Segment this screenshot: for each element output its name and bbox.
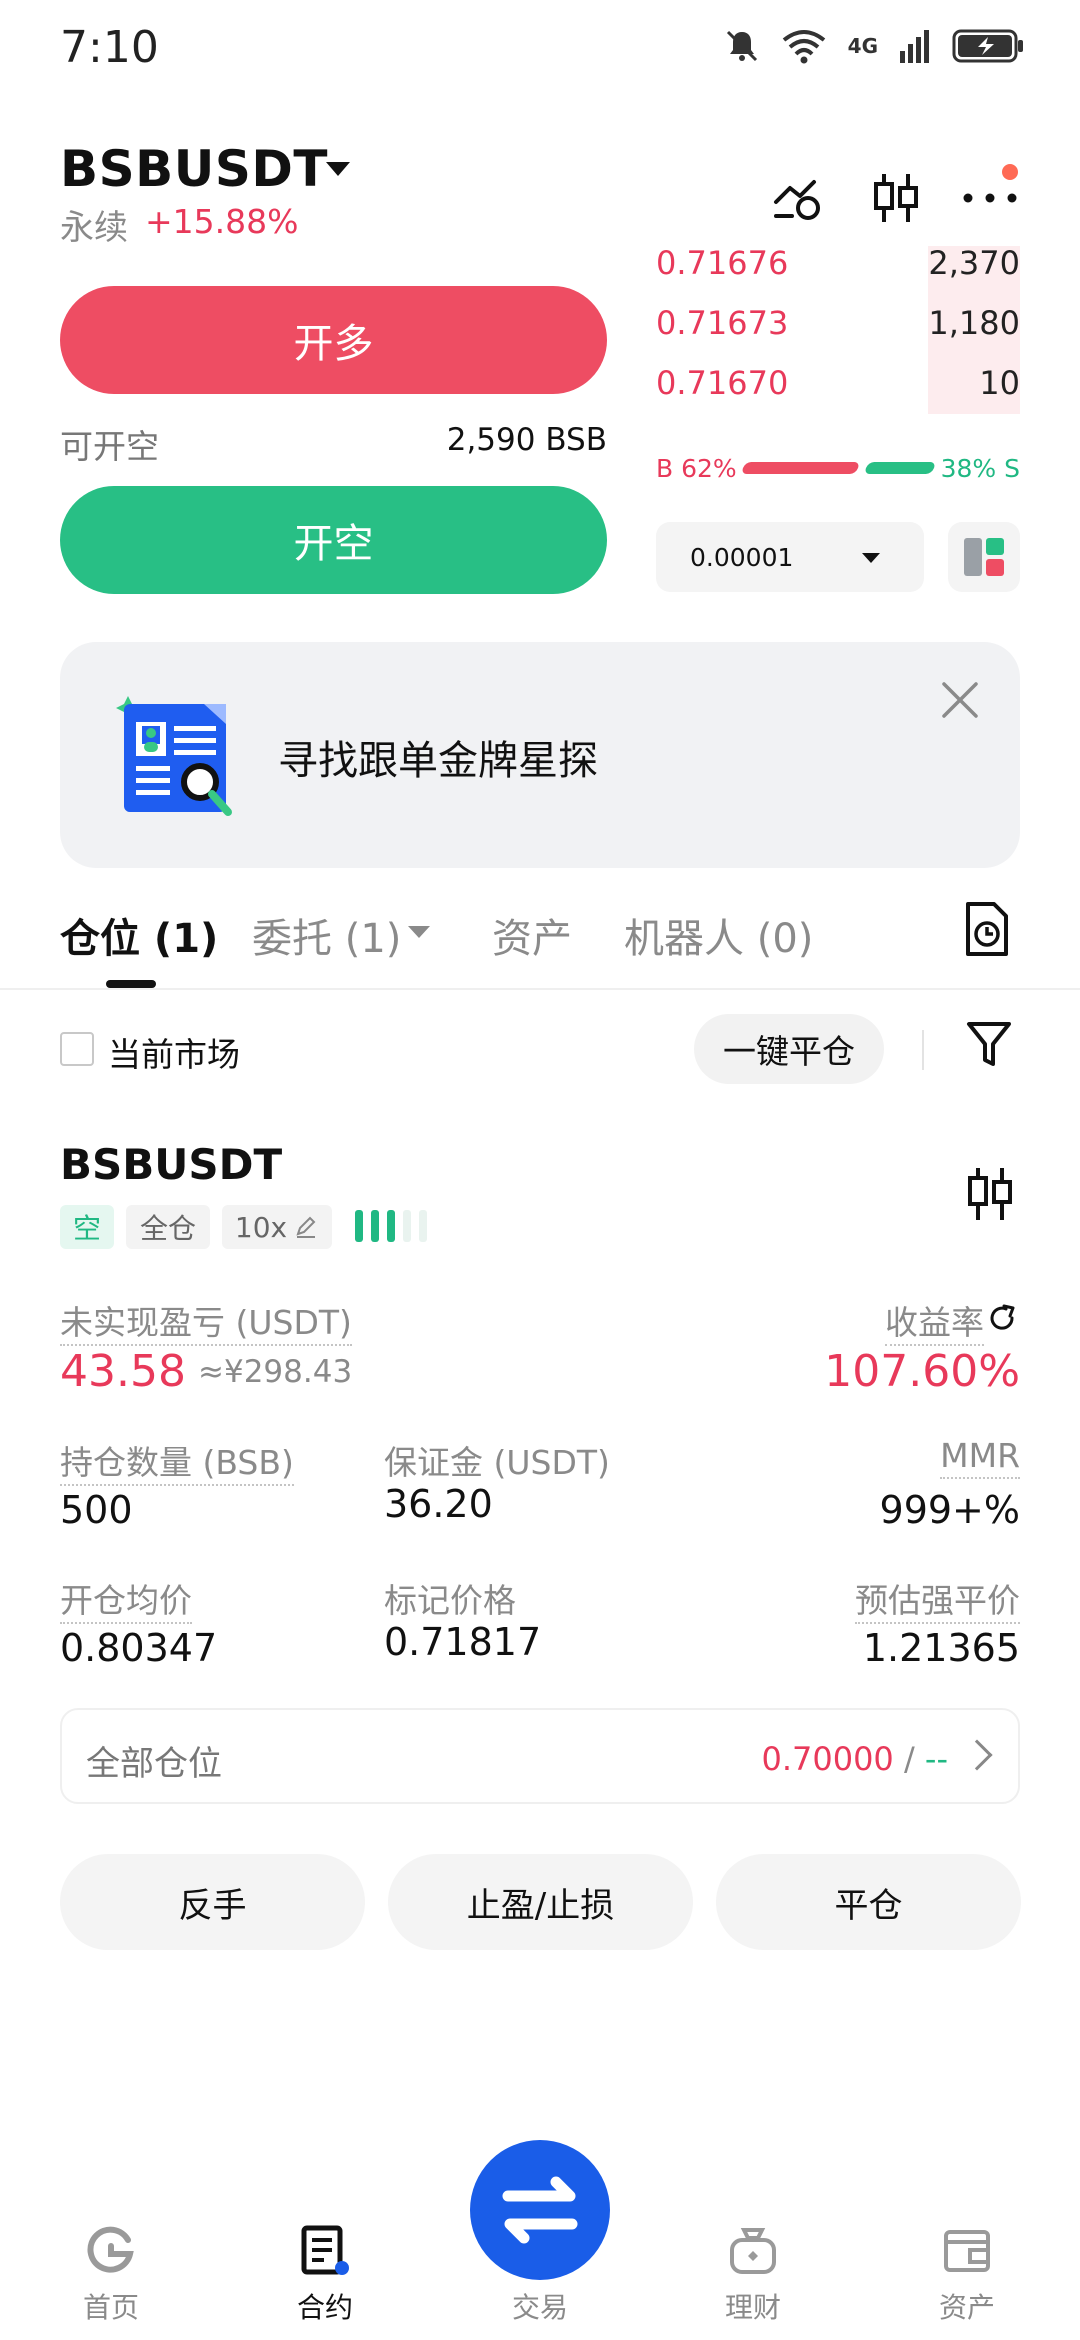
pair-title[interactable]: BSBUSDT xyxy=(60,140,328,198)
swap-icon xyxy=(502,2176,578,2244)
precision-value: 0.00001 xyxy=(690,542,794,572)
unrealized-pnl-value: 43.58 xyxy=(60,1346,186,1397)
position-symbol[interactable]: BSBUSDT xyxy=(60,1140,282,1189)
entry-price-label[interactable]: 开仓均价 xyxy=(60,1581,192,1624)
ask-qty: 2,370 xyxy=(928,244,1020,282)
tab-active-indicator xyxy=(106,980,156,988)
unrealized-pnl-cny: ≈¥298.43 xyxy=(198,1354,353,1390)
roe-label[interactable]: 收益率 xyxy=(885,1303,984,1346)
position-size-value: 500 xyxy=(60,1488,133,1532)
close-all-button[interactable]: 一键平仓 xyxy=(694,1014,884,1084)
nav-home-label: 首页 xyxy=(82,2291,139,2324)
roe-value: 107.60% xyxy=(824,1346,1020,1397)
risk-level-indicator xyxy=(355,1210,427,1242)
contract-type: 永续 xyxy=(60,208,128,248)
sell-ratio: 38% S xyxy=(940,454,1020,483)
ask-price[interactable]: 0.71670 xyxy=(656,364,788,402)
margin-label: 保证金 (USDT) xyxy=(384,1443,610,1482)
leverage-tag[interactable]: 10x xyxy=(222,1205,332,1249)
layout-icon xyxy=(964,538,1004,576)
share-icon[interactable] xyxy=(986,1302,1018,1334)
ask-price[interactable]: 0.71673 xyxy=(656,304,788,342)
value-separator: / xyxy=(893,1740,925,1778)
nav-contract-label: 合约 xyxy=(296,2291,353,2324)
finance-icon xyxy=(730,2228,776,2274)
close-position-button[interactable]: 平仓 xyxy=(716,1854,1021,1950)
tab-orders[interactable]: 委托 (1) xyxy=(252,906,401,964)
side-tag: 空 xyxy=(60,1205,114,1249)
chevron-down-icon xyxy=(862,553,880,563)
contract-icon xyxy=(301,2225,349,2275)
price-change: +15.88% xyxy=(145,202,299,241)
nav-home[interactable]: 首页 xyxy=(36,2224,186,2326)
margin-value: 36.20 xyxy=(384,1482,493,1526)
close-icon[interactable] xyxy=(940,680,980,720)
buy-ratio: B 62% xyxy=(656,454,737,483)
assets-icon xyxy=(944,2230,990,2272)
chevron-down-icon[interactable] xyxy=(408,926,430,938)
network-type: 4G xyxy=(847,34,878,58)
reverse-button[interactable]: 反手 xyxy=(60,1854,365,1950)
liquidation-price-value: 1.21365 xyxy=(862,1626,1020,1670)
ask-price[interactable]: 0.71676 xyxy=(656,244,788,282)
edit-icon xyxy=(296,1216,316,1238)
tab-positions[interactable]: 仓位 (1) xyxy=(60,906,218,964)
battery-icon xyxy=(952,29,1023,63)
nav-trade-button[interactable] xyxy=(470,2140,610,2280)
tab-assets[interactable]: 资产 xyxy=(492,906,572,964)
mmr-value: 999+% xyxy=(879,1488,1020,1532)
ask-qty: 1,180 xyxy=(928,304,1020,342)
scout-illustration xyxy=(116,696,232,816)
entry-price-value: 0.80347 xyxy=(60,1626,218,1670)
open-long-button[interactable]: 开多 xyxy=(60,286,607,394)
tab-bots[interactable]: 机器人 (0) xyxy=(624,906,813,964)
buy-ratio-bar xyxy=(740,462,861,474)
all-positions-label: 全部仓位 xyxy=(86,1744,222,1784)
filter-icon[interactable] xyxy=(966,1020,1012,1070)
pair-dropdown-icon[interactable] xyxy=(326,162,350,176)
candlestick-icon[interactable] xyxy=(962,1164,1018,1224)
position-size-label[interactable]: 持仓数量 (BSB) xyxy=(60,1443,294,1486)
all-positions-value: 0.70000 / -- xyxy=(761,1740,948,1778)
sl-price: -- xyxy=(924,1740,948,1778)
status-icons: 4G xyxy=(724,28,1024,64)
history-icon[interactable] xyxy=(962,900,1012,958)
mark-price-value: 0.71817 xyxy=(384,1620,542,1664)
margin-mode-tag: 全仓 xyxy=(126,1205,210,1249)
status-time: 7:10 xyxy=(60,22,159,73)
nav-contract[interactable]: 合约 xyxy=(250,2224,400,2326)
mmr-label[interactable]: MMR xyxy=(940,1436,1020,1479)
home-icon xyxy=(87,2226,134,2273)
short-available-value: 2,590 BSB xyxy=(446,422,607,458)
ask-qty: 10 xyxy=(979,364,1020,402)
banner-text[interactable]: 寻找跟单金牌星探 xyxy=(278,728,598,786)
current-market-label[interactable]: 当前市场 xyxy=(108,1028,240,1076)
short-available-label: 可开空 xyxy=(60,427,159,466)
leverage-value: 10x xyxy=(234,1210,288,1244)
sell-ratio-bar xyxy=(863,462,937,474)
notification-dot xyxy=(1002,164,1018,180)
price-alert-icon[interactable] xyxy=(770,168,830,228)
nav-trade-label: 交易 xyxy=(511,2291,568,2324)
nav-assets-label: 资产 xyxy=(938,2291,995,2324)
precision-select[interactable]: 0.00001 xyxy=(656,522,924,592)
orderbook-layout-button[interactable] xyxy=(948,522,1020,592)
unrealized-pnl-label[interactable]: 未实现盈亏 (USDT) xyxy=(60,1303,352,1346)
signal-icon xyxy=(900,30,929,63)
liquidation-price-label[interactable]: 预估强平价 xyxy=(855,1581,1020,1624)
nav-finance[interactable]: 理财 xyxy=(678,2224,828,2326)
wifi-icon xyxy=(782,30,825,64)
divider xyxy=(922,1030,924,1070)
tab-divider xyxy=(0,988,1080,990)
candlestick-icon[interactable] xyxy=(866,168,926,228)
current-market-checkbox[interactable] xyxy=(60,1032,94,1066)
open-short-button[interactable]: 开空 xyxy=(60,486,607,594)
mute-icon xyxy=(726,30,757,62)
tpsl-button[interactable]: 止盈/止损 xyxy=(388,1854,693,1950)
mark-price-label: 标记价格 xyxy=(384,1581,516,1620)
tp-price: 0.70000 xyxy=(761,1740,894,1778)
nav-finance-label: 理财 xyxy=(724,2291,781,2324)
nav-assets[interactable]: 资产 xyxy=(892,2224,1042,2326)
